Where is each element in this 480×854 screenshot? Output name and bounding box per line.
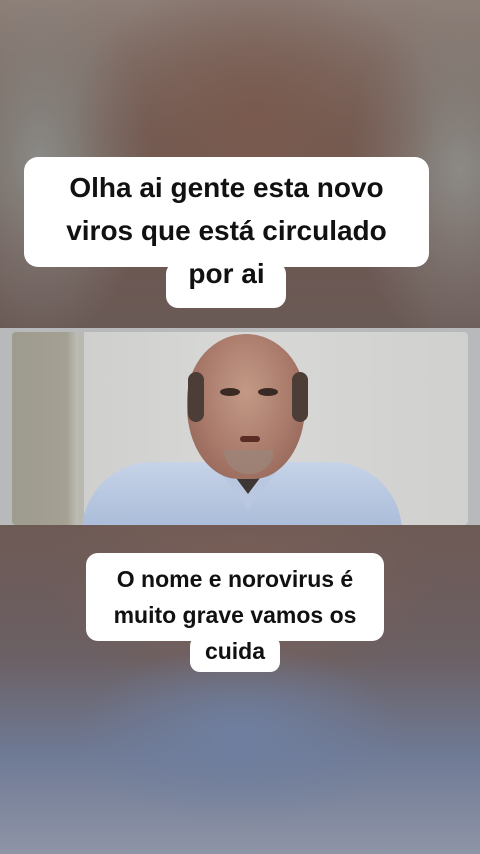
video-frame[interactable] [12, 332, 468, 525]
person-mouth [240, 436, 260, 442]
caption-top-line-3: por ai [188, 258, 265, 289]
caption-top-line-1: Olha ai gente esta novo [69, 172, 384, 203]
caption-bottom-line-2: muito grave vamos os [113, 602, 357, 628]
person-eye-left [220, 388, 240, 396]
door-edge [78, 332, 84, 525]
caption-top-text: Olha ai gente esta novo viros que está c… [24, 166, 429, 295]
caption-bottom-line-3: cuida [204, 638, 266, 664]
person-hair-left [188, 372, 204, 422]
caption-bottom-text: O nome e norovirus é muito grave vamos o… [86, 561, 384, 669]
person-hair-right [292, 372, 308, 422]
caption-top-line-2: viros que está circulado [66, 215, 387, 246]
person-eye-right [258, 388, 278, 396]
caption-bottom-line-1: O nome e norovirus é [116, 566, 354, 592]
